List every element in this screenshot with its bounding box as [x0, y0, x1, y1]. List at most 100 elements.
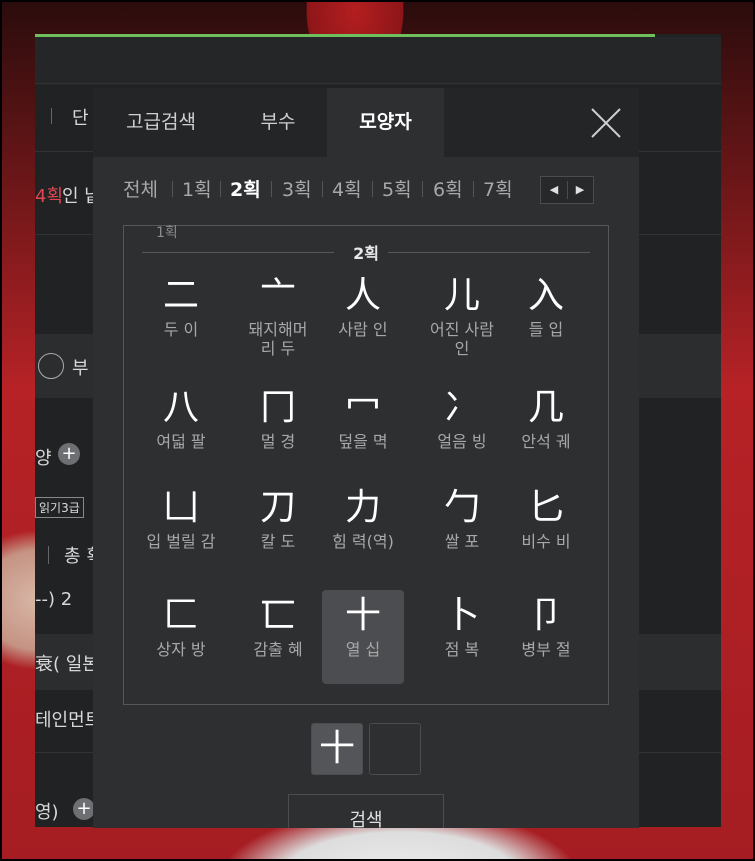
divider — [51, 108, 52, 124]
radical-grid: 1획 2획 二 두 이 亠 돼지해머 리 두 人 사람 인 儿 어진 사람 인 入 들 입 八 여덟 … — [123, 225, 609, 705]
radical-name: 점 복 — [444, 640, 480, 659]
radical-cell[interactable]: 二 두 이 — [140, 270, 222, 364]
radical-cell[interactable]: 匚 상자 방 — [140, 590, 222, 684]
stroke-filter-5[interactable]: 5획 — [382, 175, 412, 202]
tab-radical[interactable]: 부수 — [229, 88, 327, 157]
close-icon[interactable] — [590, 107, 622, 139]
radical-name: 덮을 멱 — [338, 432, 388, 451]
radical-char: 八 — [162, 387, 199, 428]
radio-button[interactable] — [38, 353, 64, 379]
radical-cell[interactable]: 冖 덮을 멱 — [322, 382, 404, 476]
divider — [172, 181, 173, 197]
stroke-filter-3[interactable]: 3획 — [282, 175, 312, 202]
empty-slot[interactable] — [369, 723, 421, 775]
radical-char: 人 — [344, 275, 381, 316]
plus-icon[interactable]: + — [58, 443, 80, 465]
triangle-right-icon[interactable]: ▶ — [567, 177, 593, 203]
radical-cell[interactable]: 凵 입 벌릴 감 — [140, 482, 222, 576]
radical-char: 卜 — [443, 595, 480, 636]
partial-group-label: 1획 — [156, 225, 178, 241]
radical-name: 열 십 — [345, 640, 381, 659]
divider — [473, 181, 474, 197]
radical-char: 匸 — [259, 595, 296, 636]
divider — [271, 181, 272, 197]
radical-name: 어진 사람 인 — [430, 320, 494, 358]
radical-name: 감출 혜 — [253, 640, 303, 659]
radical-char: 匕 — [527, 487, 564, 528]
stroke-filter-7[interactable]: 7획 — [483, 175, 513, 202]
stroke-filter-all[interactable]: 전체 — [123, 175, 158, 202]
radical-cell[interactable]: 儿 어진 사람 인 — [421, 270, 503, 364]
search-button[interactable]: 검색 — [288, 794, 444, 828]
radical-name: 사람 인 — [338, 320, 388, 339]
related-word[interactable]: 衰( 일본 — [35, 650, 99, 676]
stroke-filter-2[interactable]: 2획 — [230, 175, 261, 202]
radical-char: 冂 — [259, 387, 296, 428]
radical-name: 상자 방 — [156, 640, 206, 659]
radical-cell[interactable]: 匸 감출 혜 — [237, 590, 319, 684]
radical-cell[interactable]: 亠 돼지해머 리 두 — [237, 270, 319, 364]
radical-cell[interactable]: 入 들 입 — [505, 270, 587, 364]
plus-icon[interactable]: + — [73, 798, 95, 820]
stroke-filter-1[interactable]: 1획 — [182, 175, 212, 202]
divider — [422, 181, 423, 197]
radical-cell[interactable]: 匕 비수 비 — [505, 482, 587, 576]
radical-name: 입 벌릴 감 — [146, 532, 216, 551]
radical-cell[interactable]: 冫 얼음 빙 — [421, 382, 503, 476]
radical-char: 勹 — [443, 487, 480, 528]
triangle-left-icon[interactable]: ◀ — [541, 177, 567, 203]
tab-advanced-search[interactable]: 고급검색 — [93, 88, 229, 157]
radical-name: 두 이 — [163, 320, 199, 339]
radical-name: 쌀 포 — [444, 532, 480, 551]
radical-cell[interactable]: 刀 칼 도 — [237, 482, 319, 576]
radical-cell[interactable]: 几 안석 궤 — [505, 382, 587, 476]
radical-char: 十 — [344, 595, 381, 636]
radical-name: 멀 경 — [260, 432, 296, 451]
level-badge: 읽기3급 — [35, 497, 84, 518]
page-header — [35, 37, 721, 85]
radical-cell[interactable]: 卩 병부 절 — [505, 590, 587, 684]
radical-name: 돼지해머 리 두 — [248, 320, 308, 358]
selected-radical-char: 十 — [318, 728, 355, 769]
radical-search-modal: 고급검색 부수 모양자 전체 1획 2획 3획 4획 5획 6획 7획 ◀ ▶ … — [93, 88, 639, 828]
stroke-count-text: 4획 — [35, 186, 64, 207]
radical-char: 几 — [527, 387, 564, 428]
divider — [322, 181, 323, 197]
related-word[interactable]: 테인먼트 — [35, 706, 101, 732]
modal-tabs: 고급검색 부수 모양자 — [93, 88, 639, 157]
stroke-pager: ◀ ▶ — [540, 176, 594, 204]
tab-shape[interactable]: 모양자 — [327, 88, 444, 157]
divider — [372, 181, 373, 197]
section-label: 양 — [35, 448, 52, 469]
radical-name: 비수 비 — [521, 532, 571, 551]
radical-name: 여덟 팔 — [156, 432, 206, 451]
radical-cell[interactable]: 力 힘 력(역) — [322, 482, 404, 576]
stroke-filter-4[interactable]: 4획 — [332, 175, 362, 202]
radical-char: 入 — [527, 275, 564, 316]
radical-name: 안석 궤 — [521, 432, 571, 451]
radical-name: 힘 력(역) — [332, 532, 394, 551]
radical-cell[interactable]: 勹 쌀 포 — [421, 482, 503, 576]
radical-cell[interactable]: 十 열 십 — [322, 590, 404, 684]
section-label: 영) — [35, 802, 59, 823]
radical-cell[interactable]: 冂 멀 경 — [237, 382, 319, 476]
selected-slot[interactable]: 十 — [311, 723, 363, 775]
radical-char: 凵 — [162, 487, 199, 528]
radical-char: 二 — [162, 275, 199, 316]
option-label: 부 — [72, 358, 89, 379]
radical-cell[interactable]: 八 여덟 팔 — [140, 382, 222, 476]
radical-cell[interactable]: 卜 점 복 — [421, 590, 503, 684]
radical-char: 卩 — [527, 595, 564, 636]
radical-char: 冖 — [344, 387, 381, 428]
radical-name: 병부 절 — [521, 640, 571, 659]
divider — [220, 181, 221, 197]
stroke-filter-6[interactable]: 6획 — [433, 175, 463, 202]
radical-char: 冫 — [443, 387, 480, 428]
radical-char: 力 — [344, 487, 381, 528]
radical-cell[interactable]: 人 사람 인 — [322, 270, 404, 364]
radical-char: 亠 — [259, 275, 296, 316]
radical-char: 刀 — [259, 487, 296, 528]
radical-name: 들 입 — [528, 320, 564, 339]
back-tab-label[interactable]: 단 — [72, 104, 89, 130]
divider — [35, 83, 721, 84]
